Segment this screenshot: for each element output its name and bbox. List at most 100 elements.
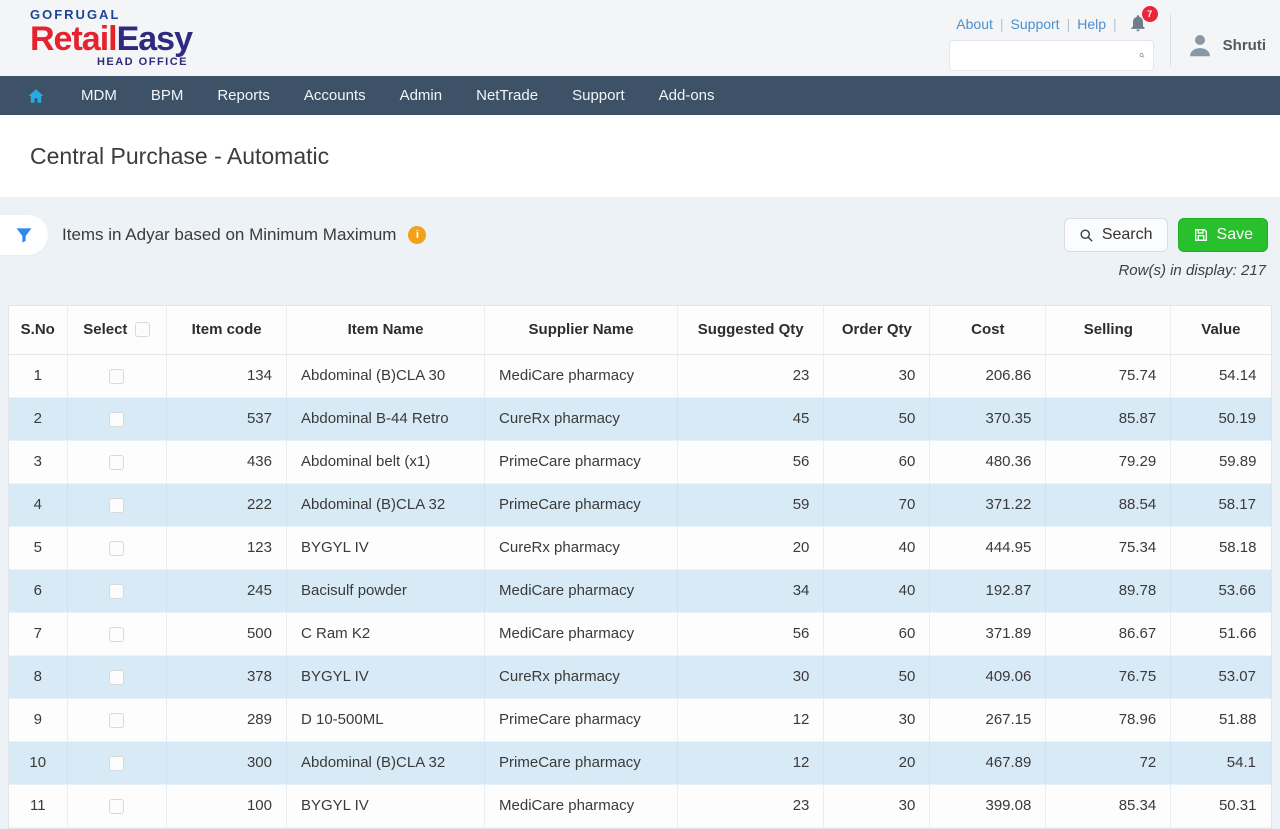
nav-item-mdm[interactable]: MDM [64,76,134,115]
cell-suggested-qty: 20 [678,526,824,569]
cell-item-code: 537 [167,397,287,440]
page-title: Central Purchase - Automatic [30,143,329,170]
search-icon[interactable] [1139,47,1145,64]
cell-cost: 267.15 [930,698,1046,741]
cell-select [67,526,167,569]
cell-sno: 5 [9,526,67,569]
row-select-checkbox[interactable] [109,455,124,470]
about-link[interactable]: About [956,16,993,32]
cell-item-name: Abdominal (B)CLA 32 [287,483,485,526]
select-all-checkbox[interactable] [135,322,150,337]
logo-easy: Easy [117,20,192,58]
row-select-checkbox[interactable] [109,713,124,728]
row-select-checkbox[interactable] [109,670,124,685]
cell-sno: 11 [9,784,67,827]
cell-selling: 75.74 [1046,354,1171,397]
cell-item-code: 300 [167,741,287,784]
cell-item-name: Abdominal B-44 Retro [287,397,485,440]
cell-order-qty: 30 [824,354,930,397]
cell-supplier: MediCare pharmacy [485,354,678,397]
nav-item-support[interactable]: Support [555,76,642,115]
cell-item-code: 123 [167,526,287,569]
filter-bar: Items in Adyar based on Minimum Maximum … [0,197,1280,255]
nav-item-bpm[interactable]: BPM [134,76,201,115]
cell-order-qty: 30 [824,698,930,741]
notification-badge: 7 [1142,6,1158,22]
cell-select [67,784,167,827]
search-button[interactable]: Search [1064,218,1168,252]
row-select-checkbox[interactable] [109,799,124,814]
cell-sno: 4 [9,483,67,526]
cell-cost: 192.87 [930,569,1046,612]
table-header: S.No Select Item code Item Name Supplier… [9,306,1271,354]
app-logo[interactable]: GOFRUGAL RetailEasy HEAD OFFICE [30,8,192,68]
cell-selling: 78.96 [1046,698,1171,741]
table-row: 1134Abdominal (B)CLA 30MediCare pharmacy… [9,354,1271,397]
cell-order-qty: 40 [824,526,930,569]
col-header-value: Value [1171,306,1271,354]
home-icon [26,87,46,105]
cell-value: 53.66 [1171,569,1271,612]
link-separator: | [1113,16,1117,32]
cell-sno: 2 [9,397,67,440]
rows-in-display: Row(s) in display: 217 [0,262,1280,279]
purchase-table: S.No Select Item code Item Name Supplier… [8,305,1272,829]
col-header-order-qty: Order Qty [824,306,930,354]
cell-item-code: 500 [167,612,287,655]
row-select-checkbox[interactable] [109,627,124,642]
nav-item-admin[interactable]: Admin [383,76,460,115]
user-menu[interactable]: Shruti [1185,30,1266,60]
support-link[interactable]: Support [1011,16,1060,32]
cell-supplier: MediCare pharmacy [485,612,678,655]
cell-select [67,569,167,612]
cell-selling: 76.75 [1046,655,1171,698]
cell-value: 54.1 [1171,741,1271,784]
cell-select [67,741,167,784]
cell-order-qty: 50 [824,397,930,440]
cell-sno: 3 [9,440,67,483]
cell-item-code: 436 [167,440,287,483]
nav-item-accounts[interactable]: Accounts [287,76,383,115]
help-link[interactable]: Help [1077,16,1106,32]
cell-cost: 480.36 [930,440,1046,483]
cell-item-name: Abdominal belt (x1) [287,440,485,483]
cell-supplier: PrimeCare pharmacy [485,741,678,784]
cell-item-name: BYGYL IV [287,526,485,569]
nav-item-addons[interactable]: Add-ons [642,76,732,115]
nav-home-button[interactable] [16,87,64,105]
header-search-input[interactable] [958,48,1139,64]
header-right: About | Support | Help | 7 Shruti [949,8,1266,71]
cell-order-qty: 60 [824,612,930,655]
cell-sno: 7 [9,612,67,655]
funnel-icon [14,225,34,245]
cell-suggested-qty: 56 [678,440,824,483]
cell-cost: 371.89 [930,612,1046,655]
info-icon[interactable]: i [408,226,426,244]
filter-pill-button[interactable] [0,215,48,255]
cell-value: 53.07 [1171,655,1271,698]
cell-cost: 467.89 [930,741,1046,784]
cell-suggested-qty: 30 [678,655,824,698]
row-select-checkbox[interactable] [109,541,124,556]
cell-value: 58.17 [1171,483,1271,526]
cell-supplier: PrimeCare pharmacy [485,698,678,741]
cell-order-qty: 30 [824,784,930,827]
cell-cost: 444.95 [930,526,1046,569]
notifications-button[interactable]: 7 [1128,12,1154,36]
nav-item-reports[interactable]: Reports [200,76,287,115]
row-select-checkbox[interactable] [109,584,124,599]
nav-item-nettrade[interactable]: NetTrade [459,76,555,115]
cell-value: 58.18 [1171,526,1271,569]
row-select-checkbox[interactable] [109,412,124,427]
col-header-selling: Selling [1046,306,1171,354]
cell-select [67,655,167,698]
select-header-label: Select [83,321,127,338]
top-header: GOFRUGAL RetailEasy HEAD OFFICE About | … [0,0,1280,76]
row-select-checkbox[interactable] [109,498,124,513]
col-header-item-code: Item code [167,306,287,354]
cell-cost: 371.22 [930,483,1046,526]
row-select-checkbox[interactable] [109,369,124,384]
save-button[interactable]: Save [1178,218,1268,252]
row-select-checkbox[interactable] [109,756,124,771]
cell-item-code: 378 [167,655,287,698]
